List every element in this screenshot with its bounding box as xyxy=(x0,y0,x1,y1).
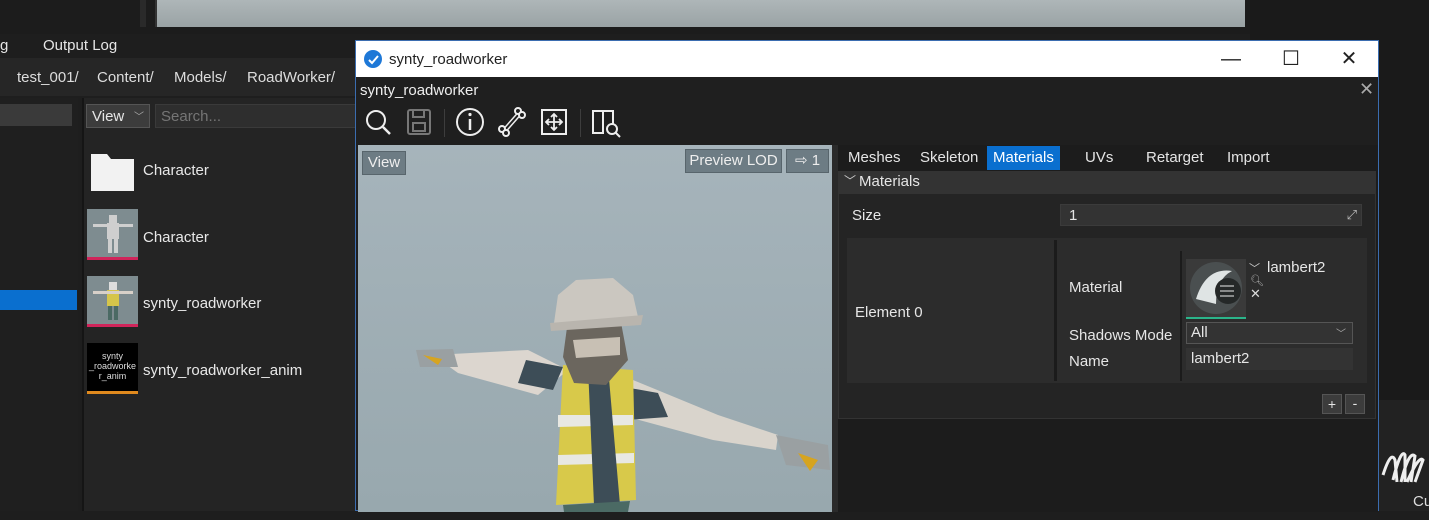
tree-header xyxy=(0,104,72,126)
column-divider xyxy=(1054,240,1057,381)
asset-label[interactable]: synty_roadworker xyxy=(143,295,261,312)
model-editor-window: synty_roadworker — ☐ ✕ synty_roadworker … xyxy=(355,40,1379,512)
editor-title: synty_roadworker xyxy=(360,82,479,99)
group-title: Materials xyxy=(859,173,920,190)
app-icon xyxy=(364,50,382,68)
view-label: View xyxy=(92,108,125,125)
chevron-down-icon: ﹀ xyxy=(1336,329,1346,340)
viewport-view-button[interactable]: View xyxy=(362,151,406,175)
maximize-button[interactable]: ☐ xyxy=(1266,45,1316,73)
toolbar-separator xyxy=(580,109,581,137)
model-thumbnail[interactable] xyxy=(87,209,138,260)
model-thumbnail[interactable] xyxy=(87,276,138,327)
size-field[interactable]: 1 ⤢ xyxy=(1060,204,1362,226)
material-name: lambert2 xyxy=(1267,259,1326,276)
tab-meshes[interactable]: Meshes xyxy=(842,146,907,170)
expand-icon[interactable]: ⤢ xyxy=(1347,207,1357,223)
folder-icon[interactable] xyxy=(87,144,138,195)
fit-view-icon[interactable] xyxy=(538,105,570,139)
anim-thumbnail[interactable]: synty _roadworke r_anim xyxy=(87,343,138,394)
shadows-mode-select[interactable]: All ﹀ xyxy=(1186,322,1353,344)
main-viewport[interactable] xyxy=(155,0,1245,27)
remove-element-button[interactable]: - xyxy=(1345,394,1365,414)
asset-label[interactable]: Character xyxy=(143,229,209,246)
tree-selected-item[interactable] xyxy=(0,290,77,310)
window-title: synty_roadworker xyxy=(389,51,508,68)
breadcrumb-item[interactable]: test_001/ xyxy=(17,69,79,86)
chevron-down-icon: ﹀ xyxy=(134,112,144,123)
minimize-button[interactable]: — xyxy=(1206,45,1256,73)
search-icon[interactable] xyxy=(362,105,394,139)
preview-viewport[interactable]: View Preview LOD ⇨ 1 xyxy=(358,145,832,512)
size-label: Size xyxy=(852,207,882,224)
material-thumbnail[interactable] xyxy=(1186,259,1246,319)
panel-divider[interactable] xyxy=(140,0,146,27)
docs-search-icon[interactable] xyxy=(590,105,622,139)
breadcrumb-item[interactable]: Models/ xyxy=(174,69,227,86)
close-button[interactable]: ✕ xyxy=(1324,45,1374,73)
tab-import[interactable]: Import xyxy=(1221,146,1276,170)
shadows-mode-value: All xyxy=(1191,324,1208,341)
asset-label[interactable]: Character xyxy=(143,162,209,179)
name-label: Name xyxy=(1069,353,1110,370)
search-input[interactable] xyxy=(155,104,360,128)
tab-materials[interactable]: Materials xyxy=(987,146,1060,170)
element-label: Element 0 xyxy=(855,304,923,321)
add-element-button[interactable]: + xyxy=(1322,394,1342,414)
tab-skeleton[interactable]: Skeleton xyxy=(914,146,984,170)
clear-icon[interactable]: ✕ xyxy=(1250,286,1261,302)
save-icon[interactable] xyxy=(404,105,436,139)
breadcrumb-item[interactable]: Content/ xyxy=(97,69,154,86)
breadcrumb-item[interactable]: RoadWorker/ xyxy=(247,69,335,86)
asset-label[interactable]: synty_roadworker_anim xyxy=(143,362,302,379)
close-icon[interactable]: ✕ xyxy=(1359,79,1374,100)
name-field[interactable]: lambert2 xyxy=(1186,348,1353,370)
preview-lod-button[interactable]: Preview LOD xyxy=(685,149,782,173)
view-dropdown[interactable]: View ﹀ xyxy=(86,104,150,128)
chevron-down-icon[interactable]: ﹀ xyxy=(844,172,856,189)
shadows-mode-label: Shadows Mode xyxy=(1069,327,1173,344)
lod-value-button[interactable]: ⇨ 1 xyxy=(786,149,829,173)
tab-uvs[interactable]: UVs xyxy=(1079,146,1119,170)
info-icon[interactable] xyxy=(454,105,486,139)
bone-icon[interactable] xyxy=(496,105,528,139)
tab-retarget[interactable]: Retarget xyxy=(1140,146,1210,170)
column-divider xyxy=(1180,251,1182,381)
material-label: Material xyxy=(1069,279,1123,296)
size-value: 1 xyxy=(1069,207,1078,224)
character-preview xyxy=(416,278,830,512)
tab-output-log[interactable]: Output Log xyxy=(43,37,117,54)
corner-label: Cu xyxy=(1413,493,1429,510)
tab-log[interactable]: g xyxy=(0,37,8,54)
toolbar-separator xyxy=(444,109,445,137)
